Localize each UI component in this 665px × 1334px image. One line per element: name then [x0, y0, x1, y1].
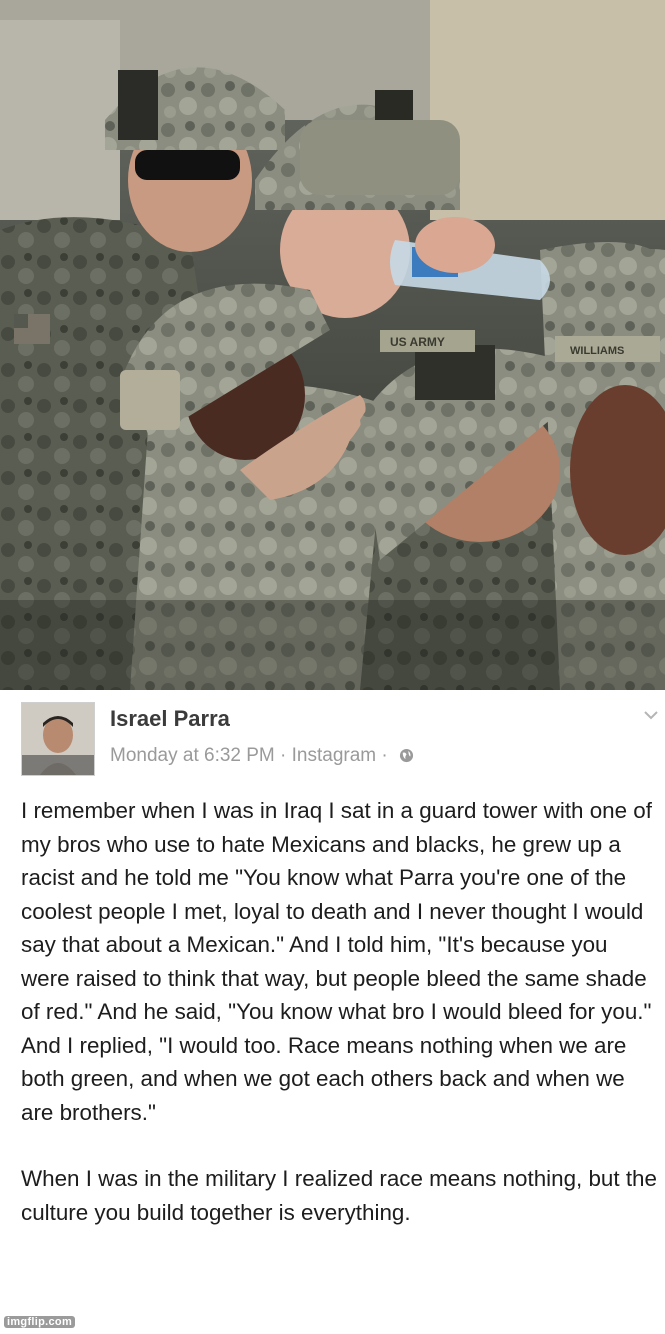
post-body: I remember when I was in Iraq I sat in a… — [21, 794, 661, 1229]
post-meta: Monday at 6:32 PM · Instagram · — [110, 745, 414, 767]
post-photo[interactable]: US ARMY WILLIAMS — [0, 0, 665, 690]
name-tape-williams: WILLIAMS — [570, 345, 624, 357]
watermark: imgflip.com — [4, 1316, 76, 1328]
meta-separator: · — [280, 745, 287, 766]
name-tape-us-army: US ARMY — [390, 335, 445, 349]
chevron-down-icon[interactable] — [643, 710, 659, 720]
post-source[interactable]: Instagram — [292, 745, 376, 766]
profile-picture-icon — [22, 703, 94, 775]
post-timestamp[interactable]: Monday at 6:32 PM — [110, 745, 275, 766]
globe-icon — [399, 748, 414, 763]
meta-separator: · — [381, 745, 388, 766]
soldiers-photo-illustration: US ARMY WILLIAMS — [0, 0, 665, 690]
post-paragraph: I remember when I was in Iraq I sat in a… — [21, 798, 652, 1125]
facebook-post: Israel Parra Monday at 6:32 PM · Instagr… — [0, 690, 665, 1334]
avatar[interactable] — [21, 702, 95, 776]
post-paragraph: When I was in the military I realized ra… — [21, 1166, 657, 1225]
post-author-name[interactable]: Israel Parra — [110, 706, 230, 732]
